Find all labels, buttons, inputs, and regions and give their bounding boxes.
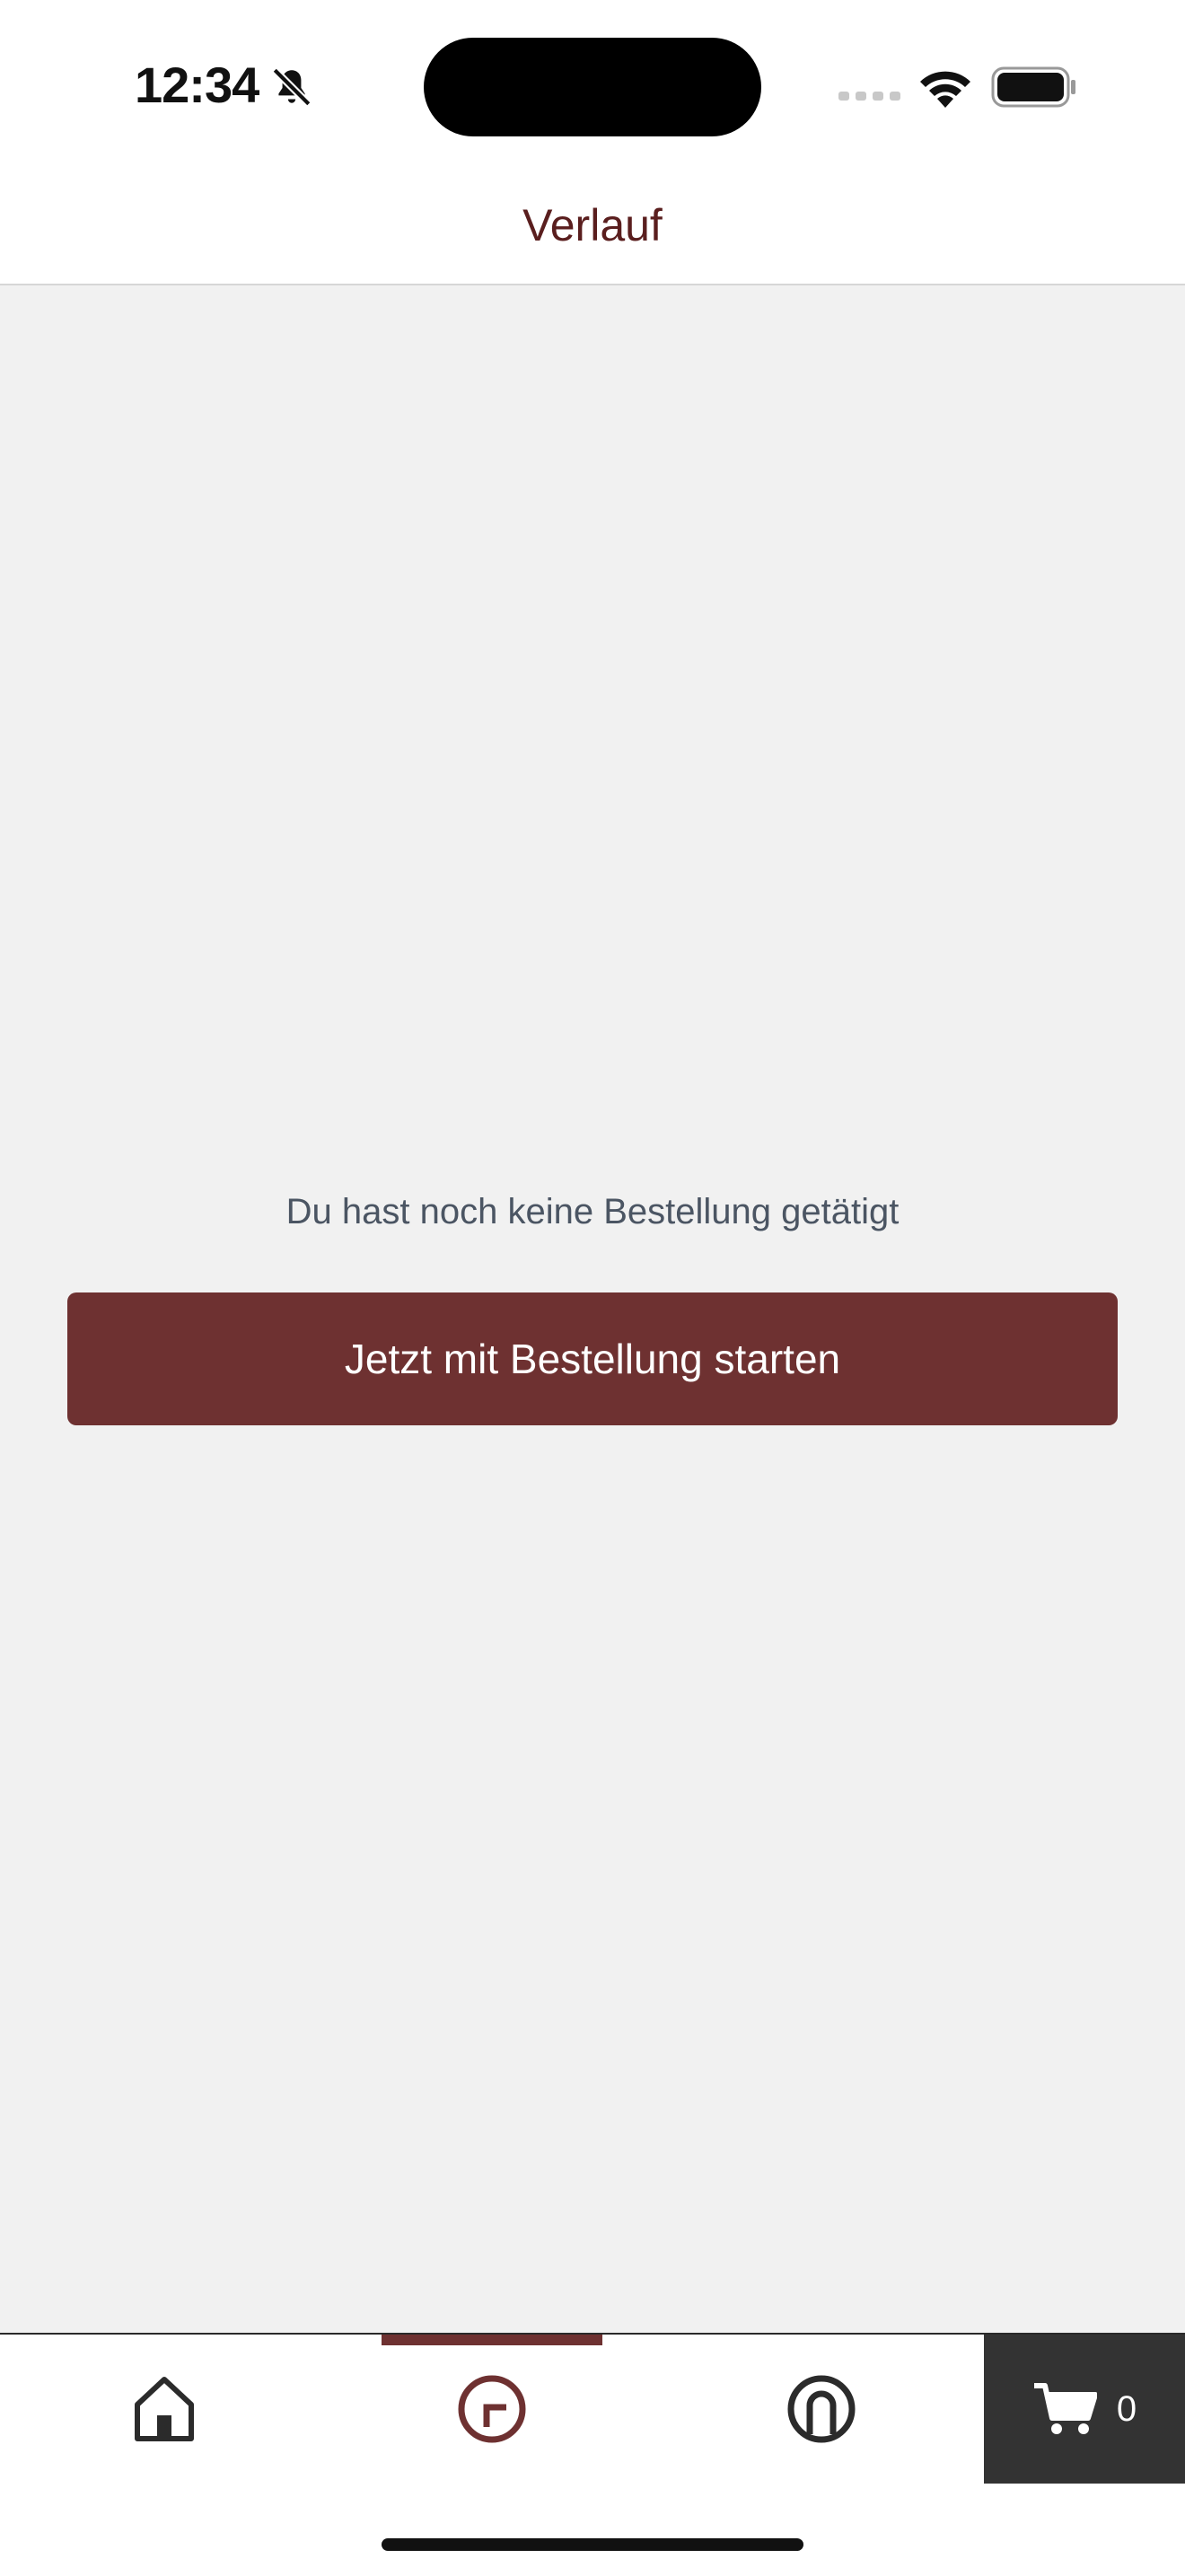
- profile-icon: [787, 2375, 856, 2442]
- nav-header: Verlauf: [0, 171, 1185, 285]
- cart-icon: [1033, 2383, 1097, 2434]
- home-icon: [135, 2376, 194, 2441]
- tab-history[interactable]: [382, 2335, 602, 2483]
- signal-icon: [838, 92, 900, 101]
- cart-button[interactable]: 0: [984, 2335, 1185, 2484]
- cart-count: 0: [1116, 2388, 1137, 2429]
- empty-state-message: Du hast noch keine Bestellung getätigt: [285, 1192, 900, 1231]
- bell-slash-icon: [272, 67, 312, 107]
- dynamic-island: [424, 38, 761, 136]
- tab-profile[interactable]: [738, 2335, 905, 2483]
- home-indicator: [382, 2538, 803, 2551]
- start-order-button[interactable]: Jetzt mit Bestellung starten: [67, 1292, 1118, 1425]
- battery-icon: [991, 66, 1075, 108]
- page-title: Verlauf: [522, 200, 663, 250]
- tab-home[interactable]: [81, 2335, 248, 2483]
- status-bar: 12:34: [0, 0, 1185, 171]
- history-icon: [458, 2375, 526, 2442]
- wifi-icon: [920, 71, 970, 108]
- status-time: 12:34: [135, 57, 259, 113]
